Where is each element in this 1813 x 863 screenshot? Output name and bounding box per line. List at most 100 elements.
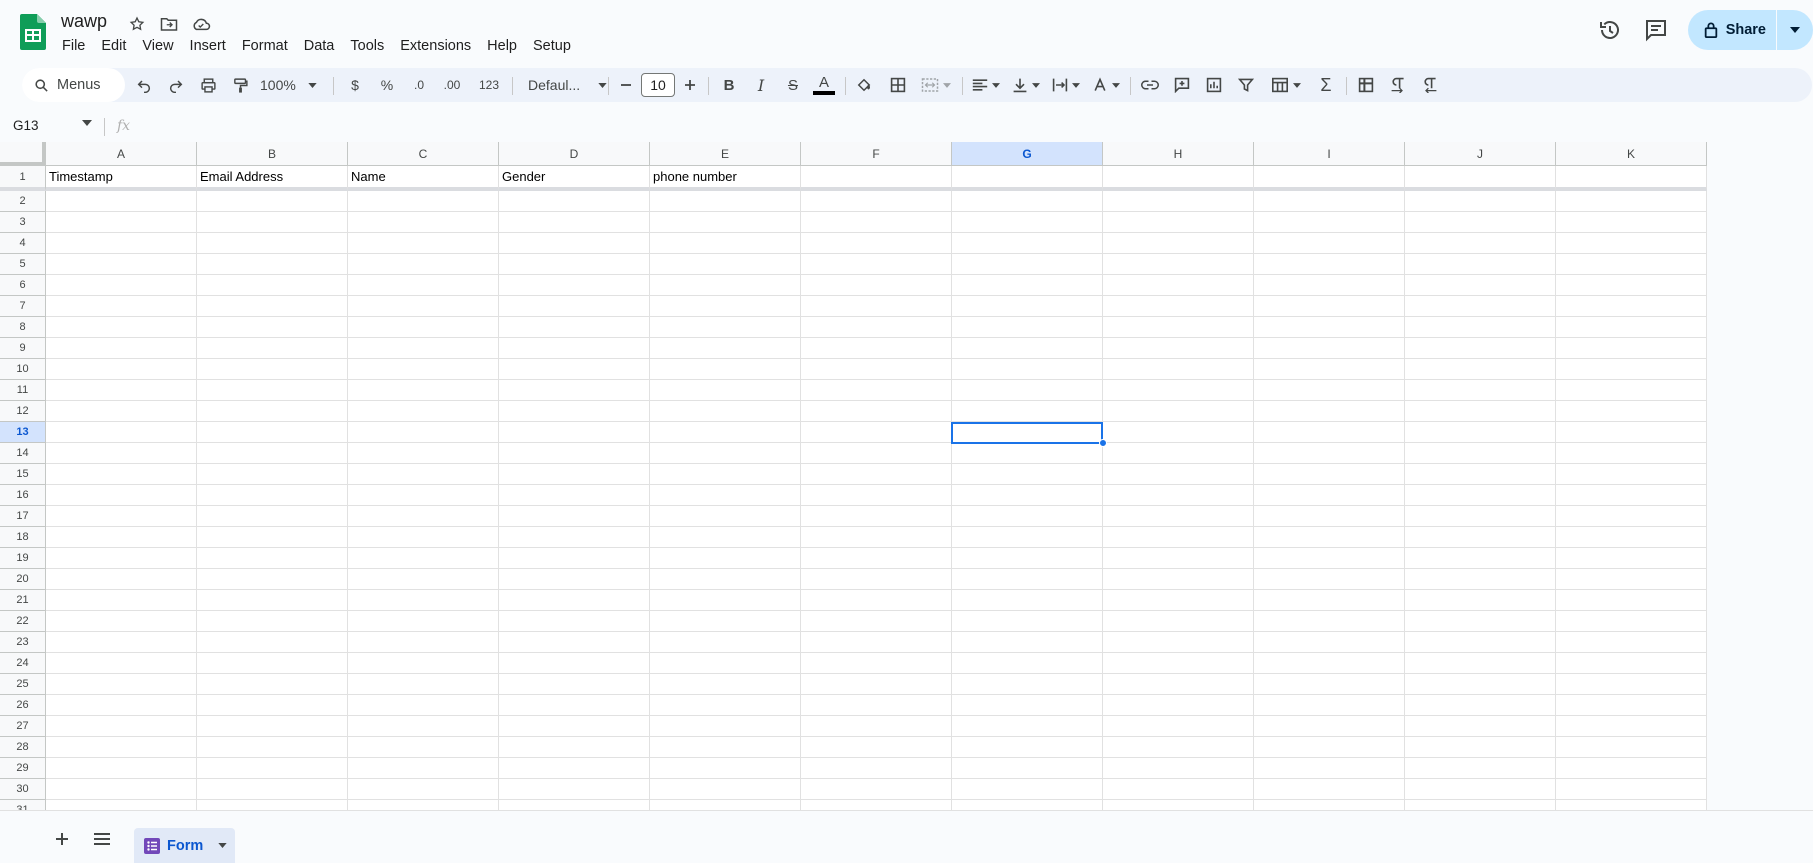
vertical-align-button[interactable] — [1008, 68, 1044, 102]
horizontal-align-button[interactable] — [968, 68, 1004, 102]
cell-b26[interactable] — [197, 695, 348, 716]
currency-format-button[interactable]: $ — [342, 68, 368, 102]
cell-i4[interactable] — [1254, 233, 1405, 254]
cell-g13[interactable] — [952, 422, 1103, 443]
cell-j16[interactable] — [1405, 485, 1556, 506]
cell-g4[interactable] — [952, 233, 1103, 254]
cell-i28[interactable] — [1254, 737, 1405, 758]
row-header[interactable]: 15 — [0, 464, 46, 485]
row-header[interactable]: 23 — [0, 632, 46, 653]
cell-g9[interactable] — [952, 338, 1103, 359]
cell-d7[interactable] — [499, 296, 650, 317]
menu-data[interactable]: Data — [296, 36, 343, 56]
row-header[interactable]: 13 — [0, 422, 46, 443]
cell-a7[interactable] — [46, 296, 197, 317]
cell-g30[interactable] — [952, 779, 1103, 800]
cell-i10[interactable] — [1254, 359, 1405, 380]
row-header[interactable]: 30 — [0, 779, 46, 800]
cell-j13[interactable] — [1405, 422, 1556, 443]
cell-e28[interactable] — [650, 737, 801, 758]
cell-e1[interactable]: phone number — [650, 166, 801, 191]
cell-j20[interactable] — [1405, 569, 1556, 590]
cell-c31[interactable] — [348, 800, 499, 810]
cell-d22[interactable] — [499, 611, 650, 632]
table-button[interactable] — [1266, 68, 1306, 102]
cell-e7[interactable] — [650, 296, 801, 317]
cell-a31[interactable] — [46, 800, 197, 810]
font-select[interactable]: Defaul... — [520, 68, 616, 102]
row-header[interactable]: 14 — [0, 443, 46, 464]
cell-i25[interactable] — [1254, 674, 1405, 695]
cell-k2[interactable] — [1556, 191, 1707, 212]
cell-i29[interactable] — [1254, 758, 1405, 779]
text-wrapping-button[interactable] — [1048, 68, 1084, 102]
menu-format[interactable]: Format — [234, 36, 296, 56]
cell-h31[interactable] — [1103, 800, 1254, 810]
cell-d17[interactable] — [499, 506, 650, 527]
cell-i7[interactable] — [1254, 296, 1405, 317]
cell-h5[interactable] — [1103, 254, 1254, 275]
cell-a26[interactable] — [46, 695, 197, 716]
cell-k27[interactable] — [1556, 716, 1707, 737]
cell-j10[interactable] — [1405, 359, 1556, 380]
create-filter-button[interactable] — [1232, 68, 1260, 102]
cell-k7[interactable] — [1556, 296, 1707, 317]
cell-d21[interactable] — [499, 590, 650, 611]
cell-h14[interactable] — [1103, 443, 1254, 464]
cell-e26[interactable] — [650, 695, 801, 716]
cell-k18[interactable] — [1556, 527, 1707, 548]
cell-f22[interactable] — [801, 611, 952, 632]
column-header-g[interactable]: G — [952, 142, 1103, 166]
cell-d20[interactable] — [499, 569, 650, 590]
all-sheets-button[interactable] — [90, 827, 114, 851]
cell-k15[interactable] — [1556, 464, 1707, 485]
menu-file[interactable]: File — [54, 36, 93, 56]
caret-down-icon[interactable] — [218, 843, 227, 848]
cell-i23[interactable] — [1254, 632, 1405, 653]
cell-i1[interactable] — [1254, 166, 1405, 191]
row-header[interactable]: 22 — [0, 611, 46, 632]
insert-chart-button[interactable] — [1200, 68, 1228, 102]
cell-c12[interactable] — [348, 401, 499, 422]
cell-c10[interactable] — [348, 359, 499, 380]
cell-b8[interactable] — [197, 317, 348, 338]
print-button[interactable] — [194, 68, 222, 102]
cell-i17[interactable] — [1254, 506, 1405, 527]
row-header[interactable]: 12 — [0, 401, 46, 422]
cell-d5[interactable] — [499, 254, 650, 275]
cell-e4[interactable] — [650, 233, 801, 254]
cell-h30[interactable] — [1103, 779, 1254, 800]
cell-k16[interactable] — [1556, 485, 1707, 506]
cell-d16[interactable] — [499, 485, 650, 506]
cell-h23[interactable] — [1103, 632, 1254, 653]
cell-a5[interactable] — [46, 254, 197, 275]
cell-e12[interactable] — [650, 401, 801, 422]
right-to-left-button[interactable] — [1416, 68, 1444, 102]
cell-c28[interactable] — [348, 737, 499, 758]
cell-h29[interactable] — [1103, 758, 1254, 779]
cell-j11[interactable] — [1405, 380, 1556, 401]
row-header[interactable]: 1 — [0, 166, 46, 191]
row-header[interactable]: 7 — [0, 296, 46, 317]
insert-comment-button[interactable] — [1168, 68, 1196, 102]
cell-j30[interactable] — [1405, 779, 1556, 800]
menu-help[interactable]: Help — [479, 36, 525, 56]
cell-f26[interactable] — [801, 695, 952, 716]
cell-d23[interactable] — [499, 632, 650, 653]
cell-h1[interactable] — [1103, 166, 1254, 191]
cell-j5[interactable] — [1405, 254, 1556, 275]
cell-i11[interactable] — [1254, 380, 1405, 401]
cell-b16[interactable] — [197, 485, 348, 506]
cell-i15[interactable] — [1254, 464, 1405, 485]
cell-f21[interactable] — [801, 590, 952, 611]
cell-c22[interactable] — [348, 611, 499, 632]
cell-g1[interactable] — [952, 166, 1103, 191]
cell-f8[interactable] — [801, 317, 952, 338]
cell-h8[interactable] — [1103, 317, 1254, 338]
cell-i30[interactable] — [1254, 779, 1405, 800]
cell-j15[interactable] — [1405, 464, 1556, 485]
cell-a14[interactable] — [46, 443, 197, 464]
cell-g17[interactable] — [952, 506, 1103, 527]
cell-k1[interactable] — [1556, 166, 1707, 191]
cell-h17[interactable] — [1103, 506, 1254, 527]
